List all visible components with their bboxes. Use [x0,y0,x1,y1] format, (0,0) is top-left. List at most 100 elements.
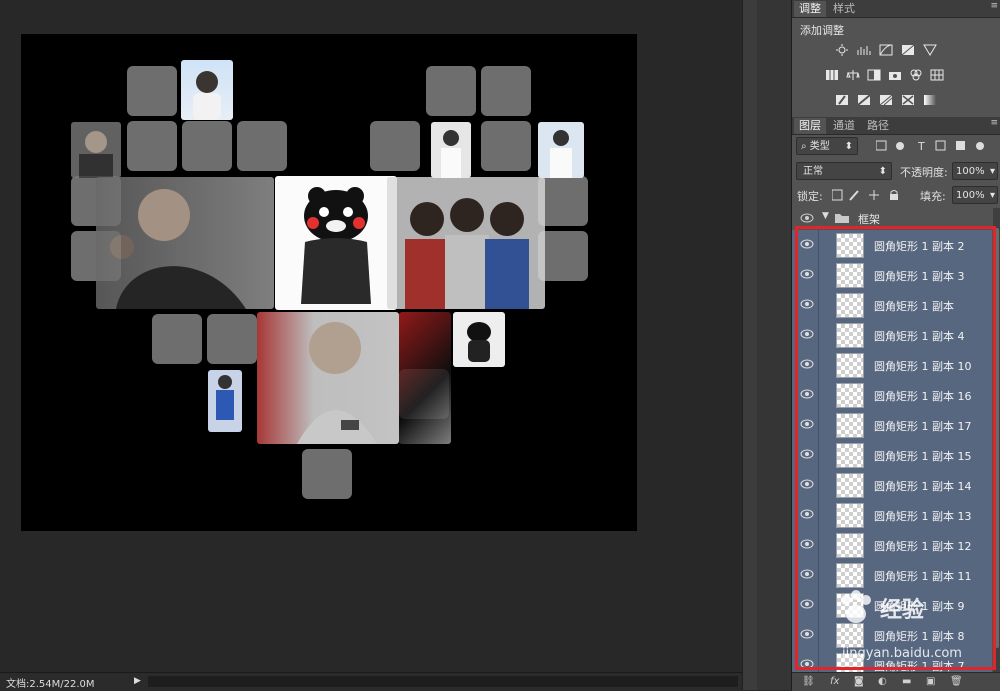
layer-row[interactable]: 圆角矩形 1 副本 15 [792,440,992,471]
eye-icon[interactable] [800,299,814,309]
threshold-icon[interactable] [879,94,893,106]
group-expand-icon[interactable]: ▼ [822,211,829,221]
layer-row[interactable]: 圆角矩形 1 副本 17 [792,410,992,441]
layer-row[interactable]: 圆角矩形 1 副本 14 [792,470,992,501]
layer-row[interactable]: 圆角矩形 1 副本 16 [792,380,992,411]
eye-icon[interactable] [800,389,814,399]
eye-icon[interactable] [800,629,814,639]
layer-style-icon[interactable]: fx [830,676,839,687]
layer-name[interactable]: 圆角矩形 1 副本 15 [874,448,972,464]
panel-menu-icon[interactable]: ≡ [990,1,998,11]
new-group-icon[interactable]: ▬ [902,676,911,687]
layer-thumbnail[interactable] [836,413,864,438]
eye-icon[interactable] [800,539,814,549]
layer-name[interactable]: 圆角矩形 1 副本 12 [874,538,972,554]
eye-icon[interactable] [800,449,814,459]
layer-thumbnail[interactable] [836,383,864,408]
layer-thumbnail[interactable] [836,263,864,288]
layer-name[interactable]: 圆角矩形 1 副本 4 [874,328,965,344]
eye-icon[interactable] [800,479,814,489]
eye-icon[interactable] [800,359,814,369]
invert-icon[interactable] [835,94,849,106]
layer-name[interactable]: 圆角矩形 1 副本 17 [874,418,972,434]
exposure-icon[interactable] [901,44,915,56]
delete-layer-icon[interactable]: 🗑 [950,676,963,687]
eye-icon[interactable] [800,659,814,669]
layer-thumbnail[interactable] [836,563,864,588]
color-balance-icon[interactable] [846,69,860,81]
layer-row[interactable]: 圆角矩形 1 副本 4 [792,320,992,351]
eye-icon[interactable] [800,239,814,249]
eye-icon[interactable] [800,419,814,429]
layer-name[interactable]: 圆角矩形 1 副本 10 [874,358,972,374]
panel-divider[interactable] [742,0,758,690]
add-mask-icon[interactable]: ◙ [854,676,864,687]
layer-row[interactable]: 圆角矩形 1 副本 7 [792,650,992,672]
layer-name[interactable]: 圆角矩形 1 副本 8 [874,628,965,644]
layer-name[interactable]: 圆角矩形 1 副本 11 [874,568,972,584]
layer-thumbnail[interactable] [836,623,864,648]
layer-row[interactable]: 圆角矩形 1 副本 11 [792,560,992,591]
layers-list[interactable]: ▼ 框架 圆角矩形 1 副本 2 圆角矩形 1 副本 3 圆角矩形 1 副本 圆角矩形… [792,208,1000,672]
new-adjustment-icon[interactable]: ◐ [878,676,887,687]
layer-thumbnail[interactable] [836,533,864,558]
layer-thumbnail[interactable] [836,293,864,318]
eye-icon[interactable] [800,269,814,279]
tab-layers[interactable]: 图层 [794,118,826,134]
layer-row[interactable]: 圆角矩形 1 副本 [792,290,992,321]
hue-saturation-icon[interactable] [825,69,839,81]
opacity-input[interactable]: 100% ▾ [952,162,998,180]
eye-icon[interactable] [800,569,814,579]
layer-name[interactable]: 圆角矩形 1 副本 7 [874,658,965,672]
layer-name[interactable]: 圆角矩形 1 副本 [874,298,954,314]
vibrance-icon[interactable] [923,44,937,56]
layer-row[interactable]: 圆角矩形 1 副本 2 [792,230,992,261]
layer-thumbnail[interactable] [836,443,864,468]
layer-row[interactable]: 圆角矩形 1 副本 12 [792,530,992,561]
black-white-icon[interactable] [867,69,881,81]
curves-icon[interactable] [879,44,893,56]
layer-thumbnail[interactable] [836,233,864,258]
layer-row[interactable]: 圆角矩形 1 副本 9 [792,590,992,621]
lock-options-icons[interactable] [832,189,904,201]
layers-scrollbar[interactable] [993,208,1000,672]
layer-name[interactable]: 圆角矩形 1 副本 2 [874,238,965,254]
tab-channels[interactable]: 通道 [828,118,860,134]
layer-name[interactable]: 圆角矩形 1 副本 13 [874,508,972,524]
color-lookup-icon[interactable] [930,69,944,81]
posterize-icon[interactable] [857,94,871,106]
layer-row[interactable]: 圆角矩形 1 副本 3 [792,260,992,291]
blend-mode-select[interactable]: 正常 ⬍ [796,162,892,180]
layer-thumbnail[interactable] [836,653,864,672]
status-menu-arrow-icon[interactable]: ▶ [134,676,141,686]
layer-row[interactable]: 圆角矩形 1 副本 13 [792,500,992,531]
layer-thumbnail[interactable] [836,503,864,528]
layer-row[interactable]: 圆角矩形 1 副本 8 [792,620,992,651]
document-canvas[interactable] [21,34,637,531]
layer-name[interactable]: 圆角矩形 1 副本 3 [874,268,965,284]
photo-filter-icon[interactable] [888,69,902,81]
brightness-contrast-icon[interactable] [835,44,849,56]
eye-icon[interactable] [800,599,814,609]
eye-icon[interactable] [800,329,814,339]
gradient-map-icon[interactable] [923,94,937,106]
fill-input[interactable]: 100% ▾ [952,186,998,204]
layer-row[interactable]: 圆角矩形 1 副本 10 [792,350,992,381]
layer-thumbnail[interactable] [836,473,864,498]
layer-thumbnail[interactable] [836,593,864,618]
levels-icon[interactable] [857,44,871,56]
layer-group-row[interactable]: ▼ 框架 [792,208,992,230]
layer-thumbnail[interactable] [836,353,864,378]
tab-paths[interactable]: 路径 [862,118,894,134]
tab-adjustments[interactable]: 调整 [794,1,826,17]
selective-color-icon[interactable] [901,94,915,106]
channel-mixer-icon[interactable] [909,69,923,81]
layer-thumbnail[interactable] [836,323,864,348]
eye-icon[interactable] [800,213,814,223]
scroll-thumb[interactable] [994,228,999,648]
link-layers-icon[interactable]: ⛓ [802,676,815,687]
panel-menu-icon[interactable]: ≡ [990,118,998,128]
tab-styles[interactable]: 样式 [828,1,860,17]
layer-name[interactable]: 圆角矩形 1 副本 14 [874,478,972,494]
layer-name[interactable]: 圆角矩形 1 副本 9 [874,598,965,614]
